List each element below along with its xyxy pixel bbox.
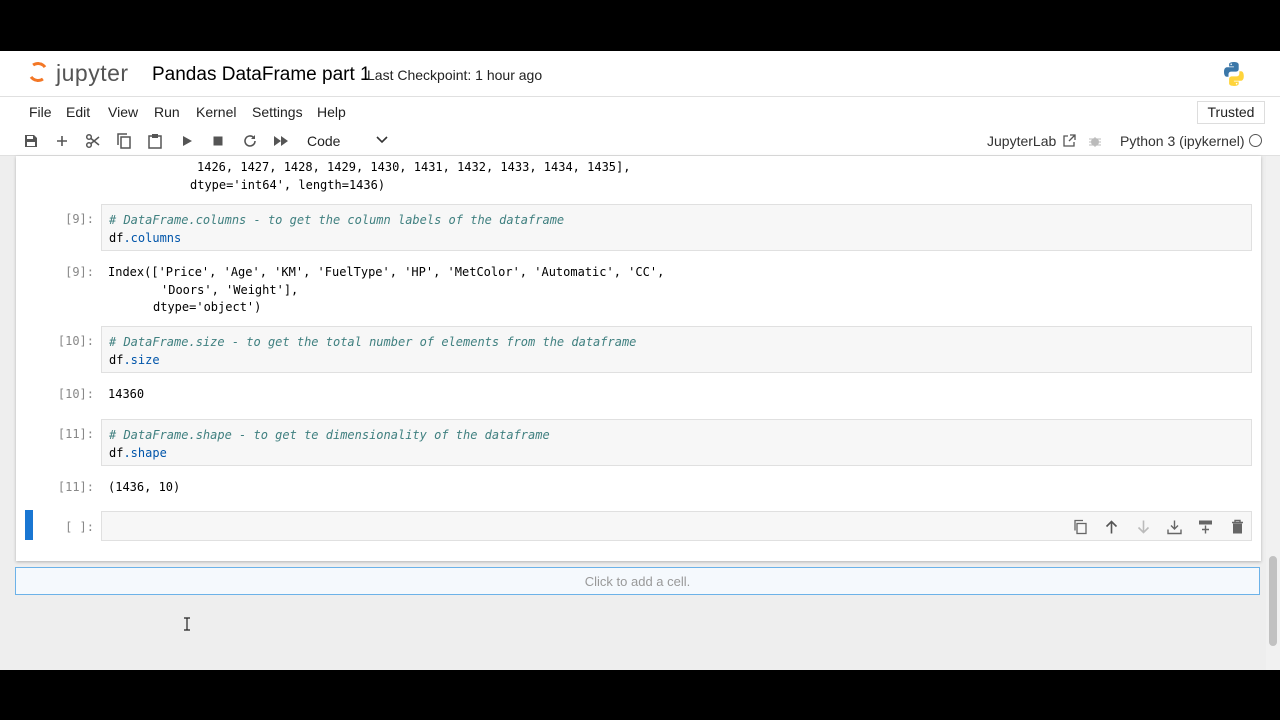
kernel-status-icon [1249, 134, 1262, 147]
move-down-icon[interactable] [1136, 519, 1151, 535]
code-object: df [109, 446, 124, 460]
paste-button[interactable] [144, 130, 166, 152]
prev-output-line-2: dtype='int64', length=1436) [190, 178, 386, 192]
text-cursor-icon [184, 617, 190, 631]
run-all-icon [274, 136, 288, 146]
scrollbar-thumb[interactable] [1269, 556, 1277, 646]
code-line: df.shape [109, 446, 167, 460]
code-line: df.size [109, 353, 160, 367]
python-logo-icon [1224, 62, 1244, 86]
add-cell-button[interactable]: Click to add a cell. [15, 567, 1260, 595]
output-line: (1436, 10) [108, 480, 181, 494]
code-object: df [109, 231, 124, 245]
scrollbar[interactable] [1266, 156, 1280, 670]
menu-settings[interactable]: Settings [252, 104, 303, 120]
notebook-toolbar: Code JupyterLab Python 3 (ipykernel) [0, 127, 1280, 156]
output-prompt: [9]: [65, 265, 94, 279]
output-prompt: [11]: [57, 480, 94, 494]
input-prompt: [ ]: [65, 520, 94, 534]
input-prompt: [10]: [57, 334, 94, 348]
output-line: Index(['Price', 'Age', 'KM', 'FuelType',… [108, 265, 665, 279]
restart-button[interactable] [239, 130, 261, 152]
trusted-indicator[interactable]: Trusted [1197, 101, 1265, 124]
paste-icon [148, 134, 162, 149]
add-icon [57, 136, 67, 146]
open-jupyterlab-link[interactable]: JupyterLab [987, 133, 1076, 149]
cut-icon [85, 133, 100, 149]
menu-file[interactable]: File [29, 104, 52, 120]
menu-help[interactable]: Help [317, 104, 346, 120]
insert-above-icon[interactable] [1198, 519, 1213, 535]
save-icon [25, 135, 37, 147]
menu-run[interactable]: Run [154, 104, 180, 120]
add-cell-button[interactable] [51, 130, 73, 152]
code-cell-input[interactable]: # DataFrame.columns - to get the column … [101, 204, 1252, 251]
code-comment: # DataFrame.columns - to get the column … [109, 213, 565, 227]
external-link-icon [1063, 134, 1076, 147]
code-attribute: .shape [123, 446, 167, 460]
code-attribute: .columns [123, 231, 182, 245]
code-cell-input[interactable]: # DataFrame.size - to get the total numb… [101, 326, 1252, 373]
copy-icon [117, 133, 131, 149]
cut-button[interactable] [82, 130, 104, 152]
restart-icon [244, 135, 256, 147]
run-all-button[interactable] [270, 130, 292, 152]
notebook-title[interactable]: Pandas DataFrame part 1 [152, 64, 371, 86]
duplicate-cell-icon[interactable] [1073, 519, 1088, 535]
output-line: 'Doors', 'Weight'], [161, 283, 299, 297]
notebook-area: 1426, 1427, 1428, 1429, 1430, 1431, 1432… [0, 156, 1280, 670]
menu-kernel[interactable]: Kernel [196, 104, 236, 120]
menu-bar: File Edit View Run Kernel Settings Help [0, 97, 1280, 127]
run-button[interactable] [176, 130, 198, 152]
delete-icon[interactable] [1230, 519, 1245, 535]
notebook-panel: 1426, 1427, 1428, 1429, 1430, 1431, 1432… [16, 156, 1261, 561]
menu-edit[interactable]: Edit [66, 104, 90, 120]
output-line: dtype='object') [153, 300, 262, 314]
cell-type-select[interactable]: Code [307, 133, 340, 149]
code-attribute: .size [123, 353, 160, 367]
top-header: jupyter Pandas DataFrame part 1 Last Che… [0, 51, 1280, 97]
jupyter-app: jupyter Pandas DataFrame part 1 Last Che… [0, 51, 1280, 670]
chevron-down-icon[interactable] [374, 131, 390, 147]
move-up-icon[interactable] [1104, 519, 1119, 535]
jupyter-logo-icon [26, 60, 50, 84]
output-line: 14360 [108, 387, 145, 401]
run-icon [183, 136, 192, 146]
copy-button[interactable] [113, 130, 135, 152]
code-line: df.columns [109, 231, 181, 245]
prev-output-line-1: 1426, 1427, 1428, 1429, 1430, 1431, 1432… [197, 160, 631, 174]
code-cell-input[interactable]: # DataFrame.shape - to get te dimensiona… [101, 419, 1252, 466]
code-object: df [109, 353, 124, 367]
bug-icon[interactable] [1088, 134, 1102, 148]
kernel-name[interactable]: Python 3 (ipykernel) [1120, 133, 1245, 149]
checkpoint-status: Last Checkpoint: 1 hour ago [367, 67, 543, 83]
menu-view[interactable]: View [108, 104, 138, 120]
output-prompt: [10]: [57, 387, 94, 401]
logo-text: jupyter [56, 60, 129, 86]
stop-icon [213, 136, 223, 146]
code-comment: # DataFrame.size - to get the total numb… [109, 335, 637, 349]
code-comment: # DataFrame.shape - to get te dimensiona… [109, 428, 550, 442]
input-prompt: [9]: [65, 212, 94, 226]
jupyter-logo[interactable]: jupyter [26, 59, 146, 89]
input-prompt: [11]: [57, 427, 94, 441]
stop-button[interactable] [207, 130, 229, 152]
save-button[interactable] [20, 130, 42, 152]
jupyterlab-label: JupyterLab [987, 133, 1057, 149]
insert-below-icon[interactable] [1167, 519, 1182, 535]
